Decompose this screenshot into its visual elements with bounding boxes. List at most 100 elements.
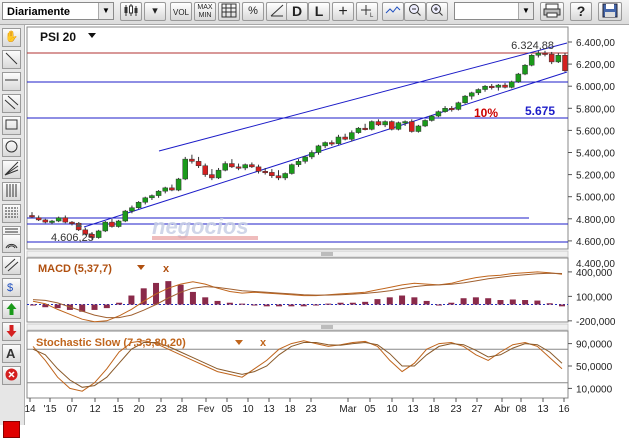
x-tick-label: 05	[364, 404, 376, 415]
linear-scale-icon[interactable]	[266, 2, 288, 21]
vertical-grid-icon[interactable]	[2, 182, 21, 201]
x-tick-label: 18	[428, 404, 440, 415]
x-tick-label: 18	[284, 404, 296, 415]
help-button[interactable]: ?	[570, 2, 592, 21]
macd-histogram-bar	[30, 304, 36, 306]
candle-body	[409, 121, 415, 132]
d-button[interactable]: D	[286, 2, 308, 21]
stochastic-close-icon[interactable]: x	[260, 337, 267, 349]
y-tick-label: 50,0000	[576, 362, 613, 373]
save-icon[interactable]	[598, 2, 622, 21]
candle-body	[289, 164, 295, 174]
candle-body	[135, 201, 142, 209]
candle-body	[242, 164, 248, 169]
crosshair-button[interactable]: +	[332, 2, 354, 21]
fibonacci-fan-icon[interactable]	[2, 160, 21, 179]
channel-icon[interactable]	[2, 256, 21, 275]
zoom-in-icon[interactable]	[426, 2, 448, 21]
macd-histogram-bar	[189, 291, 196, 305]
candle-body	[122, 210, 129, 222]
x-tick-label: 07	[66, 404, 78, 415]
candle-body	[435, 111, 442, 117]
print-icon[interactable]	[540, 2, 564, 21]
arrow-up-icon[interactable]	[2, 300, 21, 319]
dollar-icon[interactable]: $	[2, 278, 21, 297]
candle-body	[189, 158, 195, 162]
y-tick-label: 4.600,00	[576, 237, 615, 248]
x-tick-label: 13	[263, 404, 275, 415]
candle-body	[475, 89, 482, 94]
horizontal-line-icon[interactable]	[2, 72, 21, 91]
macd-histogram-bar	[411, 297, 418, 305]
y-tick-label: 90,0000	[576, 340, 613, 351]
circle-icon[interactable]	[2, 138, 21, 157]
y-tick-label: 10,0000	[576, 384, 613, 395]
parallel-lines-icon[interactable]	[2, 94, 21, 113]
x-tick-label: Fev	[198, 404, 215, 415]
macd-histogram-bar	[534, 300, 541, 305]
rectangle-icon[interactable]	[2, 116, 21, 135]
candle-body	[402, 121, 408, 124]
candle-body	[495, 84, 502, 88]
x-tick-label: Abr	[494, 404, 510, 415]
x-tick-label: 15	[112, 404, 124, 415]
candle-body	[382, 121, 388, 126]
macd-histogram-bar	[472, 297, 479, 305]
y-tick-label: 5.000,00	[576, 193, 615, 204]
x-tick-label: Mar	[339, 404, 357, 415]
fibonacci-retracement-icon[interactable]	[2, 204, 21, 223]
macd-histogram-bar	[423, 300, 430, 305]
macd-histogram-bar	[91, 304, 98, 310]
x-tick-label: 23	[450, 404, 462, 415]
macd-histogram-bar	[337, 302, 344, 305]
candle-body	[309, 152, 315, 158]
y-tick-label: 5.400,00	[576, 149, 615, 160]
arrow-down-icon[interactable]	[2, 322, 21, 341]
stochastic-panel: 90,0000 50,0000 10,0000 Stochastic Slow (7…	[26, 330, 613, 399]
candle-body	[182, 158, 188, 180]
delete-icon[interactable]	[2, 366, 21, 385]
line-tool-icon[interactable]	[2, 50, 21, 69]
x-tick-label: 14	[24, 404, 36, 415]
period-select[interactable]: Diariamente ▼	[2, 2, 114, 20]
panel-splitter[interactable]	[26, 323, 569, 331]
zoom-out-icon[interactable]	[404, 2, 426, 21]
candle-body	[235, 166, 242, 169]
candle-body	[202, 165, 208, 175]
hand-icon[interactable]: ✋	[2, 28, 21, 47]
candle-body	[389, 121, 395, 130]
candle-body	[468, 92, 475, 97]
grid-icon[interactable]	[218, 2, 240, 21]
macd-close-icon[interactable]: x	[163, 263, 170, 275]
line-zoom-icon[interactable]	[382, 2, 404, 21]
y-tick-label: 5.600,00	[576, 126, 615, 137]
color-picker-swatch[interactable]	[3, 421, 20, 438]
candle-body	[488, 85, 495, 88]
candle-body	[355, 127, 362, 133]
candlestick-icon[interactable]	[120, 2, 142, 21]
panel-splitter[interactable]	[26, 250, 569, 258]
arc-icon[interactable]	[2, 234, 21, 253]
macd-histogram-bar	[349, 302, 356, 305]
crosshair-l-icon[interactable]: L	[356, 2, 378, 21]
macd-title: MACD (5,37,7)	[38, 263, 112, 275]
chart-type-dropdown-icon[interactable]: ▾	[144, 2, 166, 21]
x-tick-label: 28	[176, 404, 188, 415]
y-tick-label: 6.200,00	[576, 60, 615, 71]
indicator-select[interactable]: ▼	[454, 2, 534, 20]
percent-scale-button[interactable]: %	[242, 2, 264, 21]
macd-histogram-bar	[448, 302, 455, 305]
candle-body	[55, 217, 62, 222]
candle-body	[229, 163, 235, 168]
volume-button[interactable]: VOL	[170, 2, 192, 21]
candle-body	[322, 142, 328, 147]
text-tool-icon[interactable]: A	[2, 344, 21, 363]
candle-body	[422, 120, 428, 127]
maxmin-button[interactable]: MAX MIN	[194, 2, 216, 21]
macd-histogram-bar	[312, 304, 319, 306]
candle-body	[62, 217, 69, 223]
candle-body	[542, 52, 548, 55]
candle-body	[115, 220, 122, 227]
l-button[interactable]: L	[308, 2, 330, 21]
y-tick-label: 6.000,00	[576, 82, 615, 93]
